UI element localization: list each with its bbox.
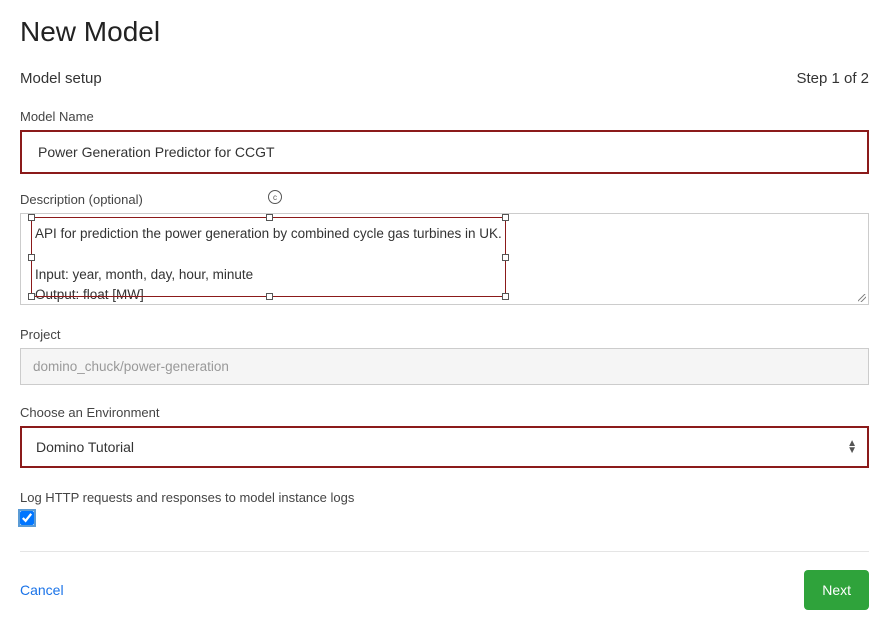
model-name-label: Model Name bbox=[20, 109, 869, 124]
page-title: New Model bbox=[20, 16, 869, 48]
environment-highlight-box: Domino Tutorial ▲▼ bbox=[20, 426, 869, 468]
log-http-group: Log HTTP requests and responses to model… bbox=[20, 490, 869, 525]
log-http-label: Log HTTP requests and responses to model… bbox=[20, 490, 869, 505]
environment-select[interactable]: Domino Tutorial bbox=[22, 428, 867, 466]
description-label: Description (optional) bbox=[20, 192, 869, 207]
footer-divider bbox=[20, 551, 869, 552]
project-input bbox=[20, 348, 869, 385]
model-name-highlight-box bbox=[20, 130, 869, 174]
setup-header-row: Model setup Step 1 of 2 bbox=[20, 70, 869, 87]
description-group: c bbox=[20, 213, 869, 305]
next-button[interactable]: Next bbox=[804, 570, 869, 610]
setup-label: Model setup bbox=[20, 70, 102, 87]
step-indicator: Step 1 of 2 bbox=[796, 70, 869, 87]
environment-label: Choose an Environment bbox=[20, 405, 869, 420]
project-label: Project bbox=[20, 327, 869, 342]
model-name-input[interactable] bbox=[22, 132, 867, 172]
cancel-button[interactable]: Cancel bbox=[20, 582, 64, 598]
description-textarea[interactable] bbox=[21, 214, 868, 305]
description-wrapper bbox=[20, 213, 869, 305]
footer-row: Cancel Next bbox=[20, 566, 869, 610]
copyright-icon: c bbox=[268, 190, 282, 204]
log-http-checkbox[interactable] bbox=[20, 511, 34, 525]
